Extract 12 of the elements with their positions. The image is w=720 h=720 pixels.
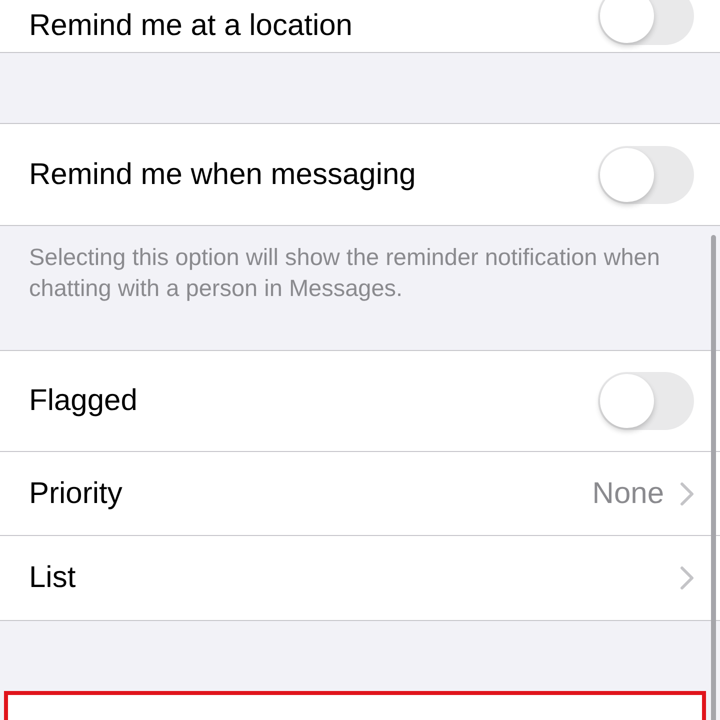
row-label: Priority	[29, 476, 124, 510]
row-label: Flagged	[29, 384, 138, 418]
row-label: Remind me at a location	[29, 9, 354, 43]
row-value: None	[592, 476, 664, 510]
toggle-switch[interactable]	[598, 372, 694, 430]
chevron-icon	[680, 482, 694, 506]
toggle-switch[interactable]	[598, 0, 694, 45]
footer-note: Selecting this option will show the reminder notification when chatting with a person in Messages.	[28, 243, 661, 303]
chevron-icon	[680, 566, 694, 590]
row-label: Remind me when messaging	[29, 158, 417, 192]
row-label: List	[29, 561, 77, 595]
toggle-switch[interactable]	[598, 146, 694, 204]
